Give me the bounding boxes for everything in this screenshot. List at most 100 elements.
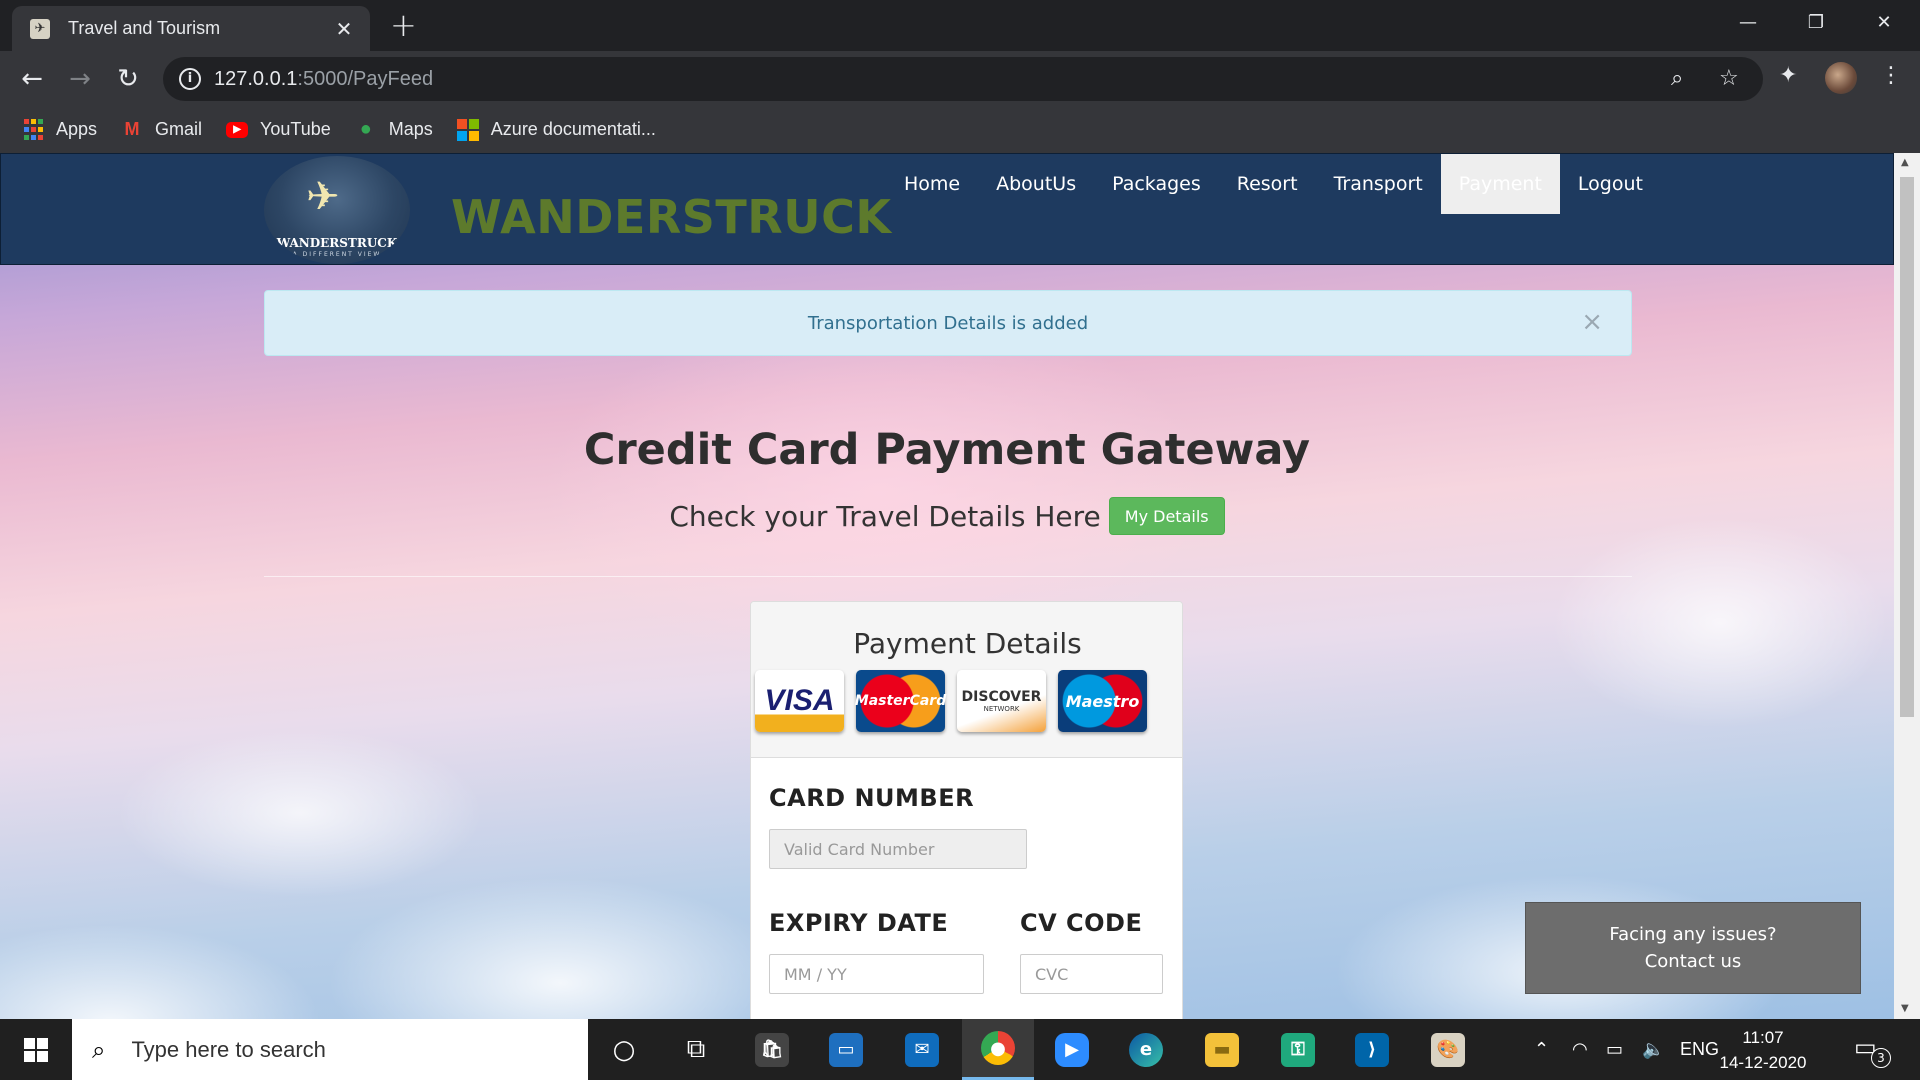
address-bar[interactable]: i 127.0.0.1:5000/PayFeed ⌕ ☆ [163, 57, 1763, 101]
nav-payment[interactable]: Payment [1440, 154, 1560, 214]
start-button[interactable] [0, 1019, 72, 1080]
page-title: Credit Card Payment Gateway [583, 425, 1311, 475]
microsoft-logo-icon [456, 118, 479, 141]
vscode-app-icon[interactable]: ⟩ [1336, 1019, 1408, 1080]
volume-icon[interactable]: 🔈 [1642, 1019, 1664, 1080]
windows-taskbar: ⌕ Type here to search ○ ⧉ 🛍 ▭ ✉ ● ▶ e ▬ … [0, 1019, 1920, 1080]
site-nav-links: Home AboutUs Packages Resort Transport P… [886, 154, 1661, 214]
bookmark-apps[interactable]: Apps [22, 119, 97, 141]
tab-title: Travel and Tourism [68, 18, 221, 38]
alert-message: Transportation Details is added [807, 312, 1089, 334]
my-details-button[interactable]: My Details [1108, 497, 1225, 535]
brand-name[interactable]: WANDERSTRUCK [451, 190, 891, 244]
chrome-app-icon[interactable]: ● [962, 1019, 1034, 1080]
wifi-icon[interactable]: ◠ [1572, 1019, 1588, 1080]
maestro-logo: Maestro [1058, 670, 1147, 732]
scroll-up-icon[interactable]: ▲ [1901, 157, 1909, 168]
reload-icon[interactable]: ↻ [112, 63, 144, 95]
taskbar-search-box[interactable]: ⌕ Type here to search [72, 1019, 588, 1080]
this-pc-app-icon[interactable]: ▭ [810, 1019, 882, 1080]
bookmark-label: YouTube [260, 119, 331, 139]
card-number-input[interactable]: Valid Card Number [769, 829, 1027, 869]
bookmark-gmail[interactable]: M Gmail [121, 119, 203, 141]
expiry-date-label: EXPIRY DATE [769, 909, 949, 937]
nav-transport[interactable]: Transport [1316, 154, 1441, 214]
edge-app-icon[interactable]: e [1110, 1019, 1182, 1080]
nav-aboutus[interactable]: AboutUs [978, 154, 1094, 214]
page-scrollbar[interactable]: ▲ ▼ [1894, 153, 1920, 1019]
store-app-icon[interactable]: 🛍 [736, 1019, 808, 1080]
scroll-down-icon[interactable]: ▼ [1901, 1003, 1909, 1014]
success-alert: Transportation Details is added × [264, 290, 1632, 356]
bookmark-label: Gmail [155, 119, 203, 139]
bookmark-azure[interactable]: Azure documentati... [456, 118, 656, 141]
airplane-globe-icon: ✈ [306, 174, 340, 220]
restore-icon[interactable]: ❐ [1782, 0, 1850, 44]
bookmark-star-icon[interactable]: ☆ [1719, 66, 1739, 91]
nav-packages[interactable]: Packages [1094, 154, 1219, 214]
divider [264, 576, 1632, 577]
close-window-icon[interactable]: ✕ [1850, 0, 1918, 44]
cvc-input[interactable]: CVC [1020, 954, 1163, 994]
cv-code-label: CV CODE [1020, 909, 1143, 937]
bookmark-maps[interactable]: ● Maps [355, 118, 433, 141]
file-explorer-app-icon[interactable]: ▬ [1186, 1019, 1258, 1080]
tab-close-icon[interactable]: ✕ [332, 17, 356, 41]
site-favicon-icon: ✈ [30, 18, 50, 39]
profile-avatar[interactable] [1825, 62, 1857, 94]
extensions-puzzle-icon[interactable]: ✦ [1779, 63, 1797, 88]
expiry-date-input[interactable]: MM / YY [769, 954, 984, 994]
bookmark-label: Azure documentati... [490, 119, 656, 139]
zoom-icon[interactable]: ⌕ [1671, 66, 1683, 91]
menu-kebab-icon[interactable]: ⋮ [1880, 63, 1902, 88]
vpn-key-app-icon[interactable]: ⚿ [1262, 1019, 1334, 1080]
notification-center-icon[interactable]: ▭ 3 [1854, 1033, 1891, 1068]
battery-icon[interactable]: ▭ [1606, 1019, 1623, 1080]
bookmark-label: Maps [388, 119, 433, 139]
payment-panel-header: Payment Details VISA MasterCard DISCOVER… [751, 602, 1182, 758]
card-number-label: CARD NUMBER [769, 784, 975, 812]
bookmark-youtube[interactable]: ▶ YouTube [226, 119, 331, 140]
youtube-icon: ▶ [226, 121, 249, 138]
contact-us-widget[interactable]: Facing any issues? Contact us [1525, 902, 1861, 994]
nav-logout[interactable]: Logout [1560, 154, 1661, 214]
show-hidden-icons[interactable]: ⌃ [1534, 1019, 1549, 1080]
nav-resort[interactable]: Resort [1219, 154, 1316, 214]
page-viewport: ✈ WANDERSTRUCK A DIFFERENT VIEW WANDERST… [0, 153, 1894, 1019]
visa-logo: VISA [755, 670, 844, 732]
scrollbar-thumb[interactable] [1900, 177, 1914, 717]
site-navbar: ✈ WANDERSTRUCK A DIFFERENT VIEW WANDERST… [0, 153, 1894, 265]
zoom-app-icon[interactable]: ▶ [1036, 1019, 1108, 1080]
browser-tab[interactable]: ✈ Travel and Tourism ✕ [12, 6, 370, 51]
url-text[interactable]: 127.0.0.1:5000/PayFeed [214, 68, 433, 91]
payment-panel-title: Payment Details [853, 627, 1082, 660]
logo-text: WANDERSTRUCK [276, 236, 398, 250]
discover-network-text: NETWORK [983, 705, 1020, 713]
new-tab-button[interactable]: + [390, 9, 417, 41]
logo-subtext: A DIFFERENT VIEW [292, 251, 382, 258]
clock-time: 11:07 [1742, 1028, 1784, 1047]
site-info-icon[interactable]: i [179, 68, 201, 90]
maps-pin-icon: ● [359, 118, 372, 140]
bookmarks-bar: Apps M Gmail ▶ YouTube ● Maps Azure docu… [0, 106, 1920, 153]
site-logo[interactable]: ✈ WANDERSTRUCK A DIFFERENT VIEW [264, 156, 410, 264]
payment-panel: Payment Details VISA MasterCard DISCOVER… [750, 601, 1183, 1019]
minimize-icon[interactable]: — [1714, 0, 1782, 44]
task-view-icon[interactable]: ⧉ [660, 1019, 732, 1080]
alert-close-icon[interactable]: × [1581, 307, 1603, 337]
mail-app-icon[interactable]: ✉ [886, 1019, 958, 1080]
forward-arrow-icon[interactable]: → [64, 63, 96, 95]
back-arrow-icon[interactable]: ← [16, 63, 48, 95]
cortana-icon[interactable]: ○ [588, 1019, 660, 1080]
apps-grid-icon [22, 119, 44, 141]
notification-count-badge: 3 [1871, 1048, 1891, 1068]
contact-line-2: Contact us [1644, 951, 1742, 972]
browser-toolbar: ← → ↻ i 127.0.0.1:5000/PayFeed ⌕ ☆ [0, 51, 1920, 106]
paint-app-icon[interactable]: 🎨 [1412, 1019, 1484, 1080]
discover-text: DISCOVER [961, 689, 1042, 705]
browser-tab-strip: ✈ Travel and Tourism ✕ + — ❐ ✕ [0, 0, 1920, 51]
taskbar-clock[interactable]: 11:07 14-12-2020 [1708, 1025, 1818, 1075]
page-subtitle: Check your Travel Details Here [669, 499, 1101, 533]
discover-logo: DISCOVER NETWORK [957, 670, 1046, 732]
nav-home[interactable]: Home [886, 154, 978, 214]
